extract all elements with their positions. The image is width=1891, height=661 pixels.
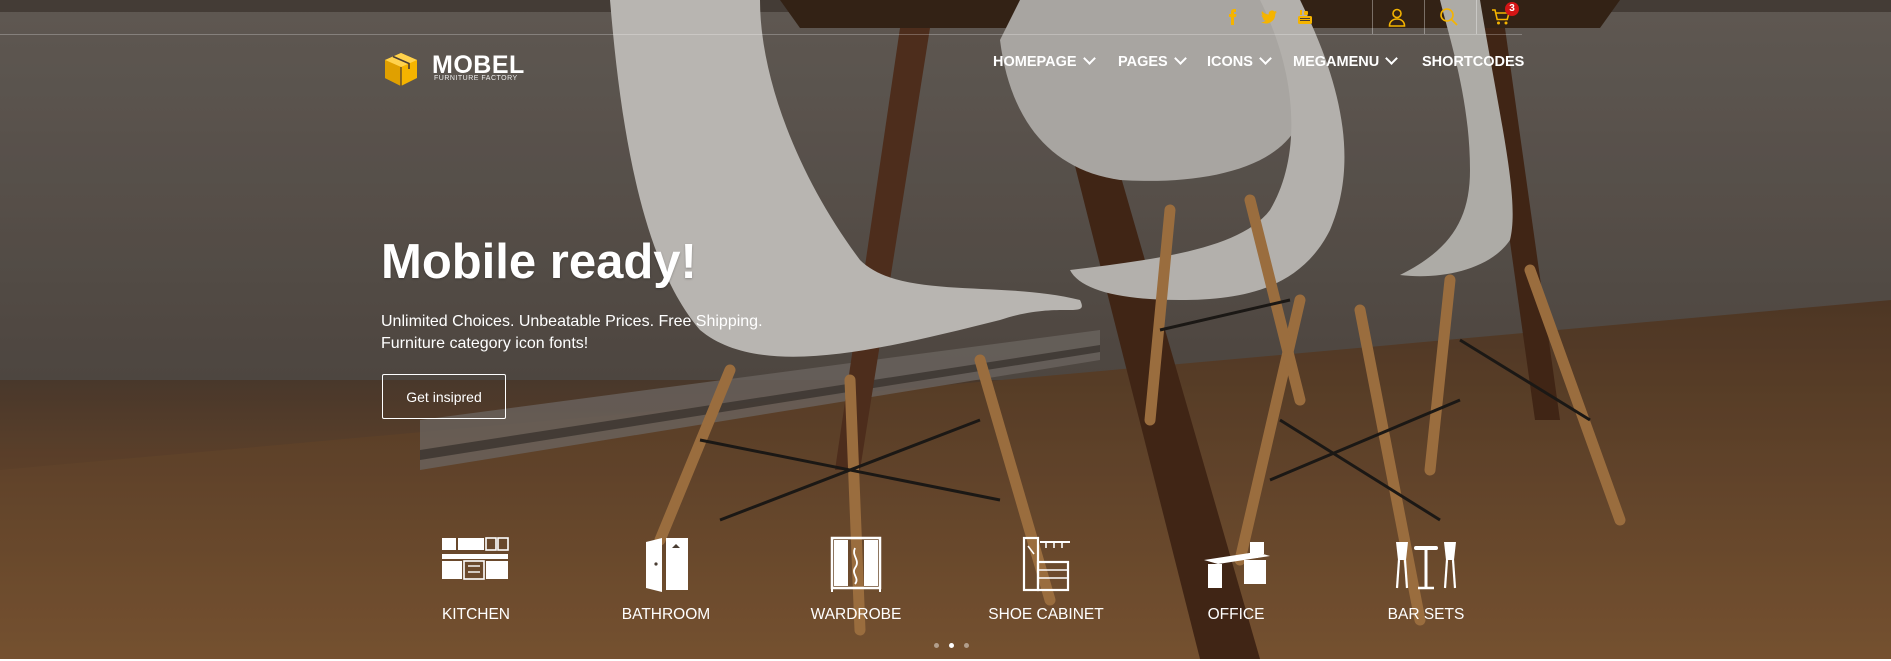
- nav-item-pages[interactable]: PAGES: [1118, 52, 1187, 70]
- bathroom-icon: [646, 538, 688, 592]
- cart-count-badge: 3: [1505, 2, 1519, 16]
- wardrobe-icon: [830, 536, 882, 592]
- twitter-icon[interactable]: [1254, 5, 1284, 29]
- youtube-icon[interactable]: [1290, 5, 1320, 29]
- nav-item-label: MEGAMENU: [1293, 54, 1380, 70]
- category-label: BAR SETS: [1387, 606, 1465, 623]
- brand-tagline: FURNITURE FACTORY: [434, 75, 518, 82]
- category-label: KITCHEN: [441, 606, 511, 623]
- brand-logo[interactable]: MOBEL FURNITURE FACTORY: [382, 48, 524, 88]
- nav-item-label: PAGES: [1118, 54, 1168, 70]
- box-logo-icon: [385, 53, 417, 86]
- cart-icon[interactable]: 3: [1476, 0, 1526, 34]
- category-shoe-cabinet[interactable]: SHOE CABINET: [961, 536, 1131, 624]
- slider-dot[interactable]: [934, 643, 939, 648]
- chevron-down-icon: [1082, 52, 1096, 65]
- shoe-cabinet-icon: [1022, 536, 1070, 592]
- slider-dot-active[interactable]: [949, 643, 954, 648]
- office-icon: [1204, 542, 1270, 588]
- facebook-icon[interactable]: [1218, 5, 1248, 29]
- nav-item-icons[interactable]: ICONS: [1207, 52, 1272, 70]
- hero-overlay: [0, 0, 1891, 659]
- category-wardrobe[interactable]: WARDROBE: [771, 536, 941, 624]
- header-divider: [0, 34, 1522, 35]
- category-label: SHOE CABINET: [988, 606, 1104, 623]
- slider-dot[interactable]: [964, 643, 969, 648]
- nav-item-shortcodes[interactable]: SHORTCODES: [1422, 54, 1524, 70]
- chevron-down-icon: [1173, 52, 1187, 65]
- kitchen-icon: [442, 537, 509, 580]
- hero-slider: 3 MOBEL FURNITURE FACTORY HOMEPAGE PAGES…: [0, 0, 1891, 659]
- nav-item-label: ICONS: [1207, 54, 1253, 70]
- nav-item-homepage[interactable]: HOMEPAGE: [993, 52, 1096, 70]
- nav-item-label: SHORTCODES: [1422, 54, 1525, 70]
- nav-item-megamenu[interactable]: MEGAMENU: [1293, 52, 1399, 70]
- bar-sets-icon: [1395, 542, 1457, 590]
- category-bar-sets[interactable]: BAR SETS: [1341, 536, 1511, 624]
- category-label: BATHROOM: [621, 606, 711, 623]
- search-icon[interactable]: [1424, 0, 1474, 34]
- category-label: WARDROBE: [810, 606, 902, 623]
- hero-headline: Mobile ready!: [381, 235, 697, 289]
- top-bar: 3: [1210, 0, 1522, 34]
- hero-subtitle: Unlimited Choices. Unbeatable Prices. Fr…: [381, 313, 763, 330]
- chevron-down-icon: [1385, 52, 1399, 65]
- get-inspired-button[interactable]: Get insipred: [382, 374, 506, 419]
- nav-item-label: HOMEPAGE: [993, 54, 1077, 70]
- hero-subtitle-secondary: Furniture category icon fonts!: [381, 335, 589, 352]
- category-label: OFFICE: [1207, 606, 1265, 623]
- category-kitchen[interactable]: KITCHEN: [391, 536, 561, 624]
- chevron-down-icon: [1259, 52, 1272, 65]
- user-icon[interactable]: [1372, 0, 1422, 34]
- category-office[interactable]: OFFICE: [1151, 536, 1321, 624]
- category-bathroom[interactable]: BATHROOM: [581, 536, 751, 624]
